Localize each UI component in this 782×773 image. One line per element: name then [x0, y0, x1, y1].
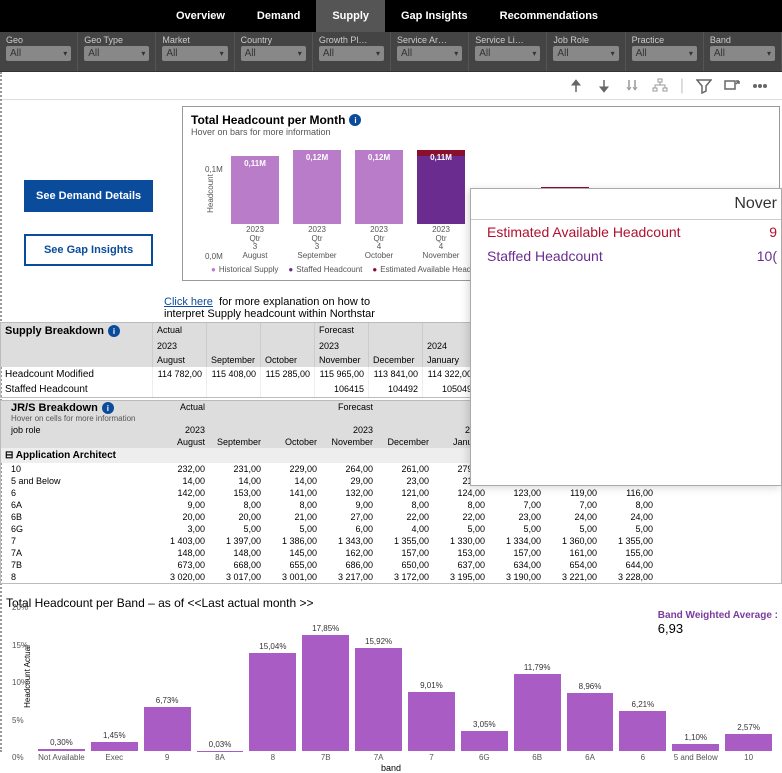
nav-supply[interactable]: Supply	[316, 0, 385, 32]
month-bar[interactable]: 0,11M2023Qtr3August	[231, 156, 279, 261]
jrs-row[interactable]: 6B20,0020,0021,0027,0022,0022,0023,0024,…	[1, 511, 781, 523]
sort-desc-icon[interactable]	[596, 78, 612, 94]
jrs-row[interactable]: 7B673,00668,00655,00686,00650,00637,0063…	[1, 559, 781, 571]
month-bar[interactable]: 0,12M2023Qtr3September	[293, 150, 341, 261]
band-bar[interactable]: 17,85%7B	[302, 624, 349, 762]
band-bar[interactable]: 15,04%8	[249, 642, 296, 762]
jrs-row[interactable]: 6G3,005,005,006,004,005,005,005,005,00	[1, 523, 781, 535]
filter-practice[interactable]: All▾	[632, 46, 697, 61]
more-options-icon[interactable]	[752, 78, 768, 94]
top-nav: OverviewDemandSupplyGap InsightsRecommen…	[0, 0, 782, 32]
chart1-subtitle: Hover on bars for more information	[191, 127, 771, 137]
band-bar[interactable]: 6,73%9	[144, 696, 191, 762]
filter-geo[interactable]: All▾	[6, 46, 71, 61]
filter-country[interactable]: All▾	[241, 46, 306, 61]
info-icon[interactable]: i	[349, 114, 361, 126]
explain-text: Click here for more explanation on how t…	[164, 296, 375, 320]
drill-down-icon[interactable]	[624, 78, 640, 94]
band-bar[interactable]: 11,79%6B	[514, 663, 561, 762]
nav-demand[interactable]: Demand	[241, 0, 316, 32]
band-bar[interactable]: 0,30%Not Available	[38, 738, 85, 762]
jrs-row[interactable]: 6A9,008,008,009,008,008,007,007,008,00	[1, 499, 781, 511]
filter-bar: Geo All▾Geo Type All▾Market All▾Country …	[0, 32, 782, 72]
month-bar[interactable]: 0,11M2023Qtr4November	[417, 150, 465, 261]
nav-gap-insights[interactable]: Gap Insights	[385, 0, 484, 32]
focus-mode-icon[interactable]	[724, 78, 740, 94]
jrs-row[interactable]: 71 403,001 397,001 386,001 343,001 355,0…	[1, 535, 781, 547]
band-bar[interactable]: 1,10%5 and Below	[672, 733, 719, 762]
nav-recommendations[interactable]: Recommendations	[484, 0, 614, 32]
band-bar[interactable]: 1,45%Exec	[91, 731, 138, 762]
filter-growthpl[interactable]: All▾	[319, 46, 384, 61]
band-bar[interactable]: 2,57%10	[725, 723, 772, 762]
filter-icon[interactable]	[696, 78, 712, 94]
chart1-ylabel: Headcount	[206, 174, 215, 213]
tooltip-title: Nover	[471, 193, 781, 220]
expand-hierarchy-icon[interactable]	[652, 78, 668, 94]
band-bar[interactable]: 3,05%6G	[461, 720, 508, 762]
month-bar[interactable]: 0,12M2023Qtr4October	[355, 150, 403, 261]
filter-market[interactable]: All▾	[162, 46, 227, 61]
click-here-link[interactable]: Click here	[164, 296, 213, 308]
jrs-row[interactable]: 7A148,00148,00145,00162,00157,00153,0015…	[1, 547, 781, 559]
band-bar[interactable]: 6,21%6	[619, 700, 666, 762]
chart1-title: Total Headcount per Month	[191, 113, 345, 127]
hover-tooltip: Nover Estimated Available Headcount9Staf…	[470, 188, 782, 486]
filter-band[interactable]: All▾	[710, 46, 775, 61]
band-bar[interactable]: 8,96%6A	[567, 682, 614, 762]
jrs-row[interactable]: 6142,00153,00141,00132,00121,00124,00123…	[1, 487, 781, 499]
band-bar[interactable]: 15,92%7A	[355, 637, 402, 762]
band-bar[interactable]: 9,01%7	[408, 681, 455, 762]
chart-toolbar: |	[0, 72, 782, 100]
filter-geotype[interactable]: All▾	[84, 46, 149, 61]
nav-overview[interactable]: Overview	[160, 0, 241, 32]
see-demand-details-button[interactable]: See Demand Details	[24, 180, 153, 212]
filter-serviceli[interactable]: All▾	[475, 46, 540, 61]
band-weighted-average: Band Weighted Average : 6,93	[658, 610, 778, 636]
filter-servicear[interactable]: All▾	[397, 46, 462, 61]
see-gap-insights-button[interactable]: See Gap Insights	[24, 234, 153, 266]
filter-jobrole[interactable]: All▾	[553, 46, 618, 61]
sort-asc-icon[interactable]	[568, 78, 584, 94]
jrs-row[interactable]: 83 020,003 017,003 001,003 217,003 172,0…	[1, 571, 781, 583]
